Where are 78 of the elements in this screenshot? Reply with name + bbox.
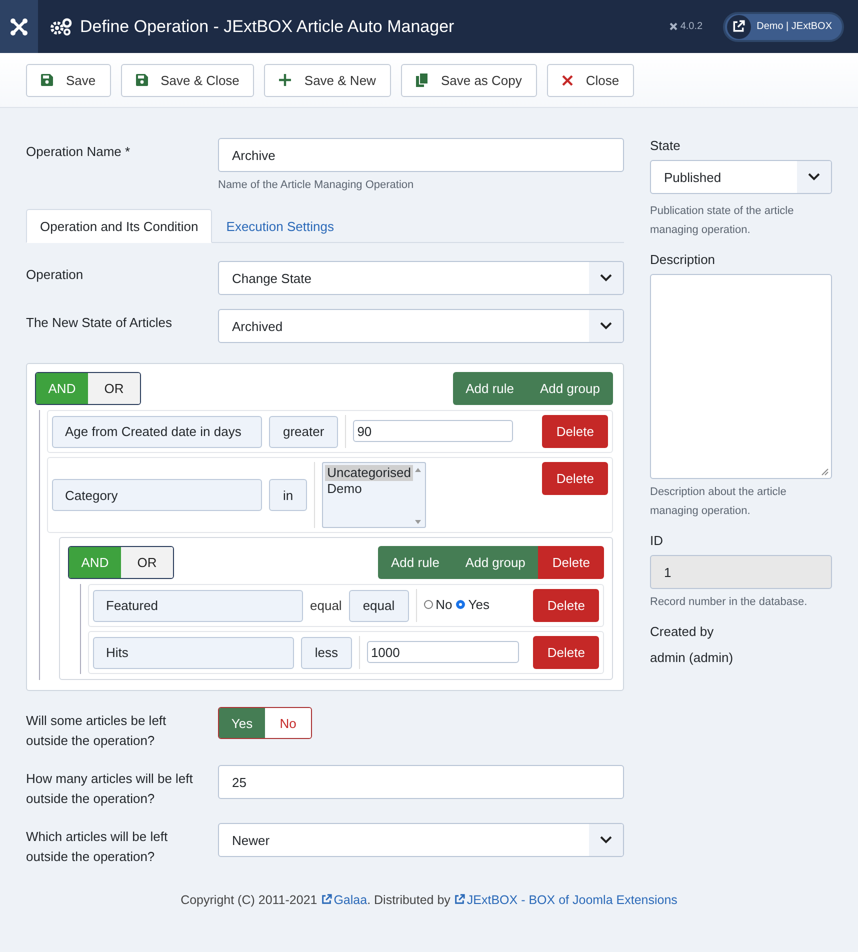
- category-listbox[interactable]: Uncategorised Demo: [322, 462, 426, 528]
- version-label: 4.0.2: [669, 21, 703, 32]
- field-hint: Name of the Article Managing Operation: [218, 178, 415, 193]
- toolbar-button[interactable]: Save & New: [264, 64, 391, 96]
- state-dropdown[interactable]: Published: [650, 160, 832, 194]
- chevron-down-icon: [600, 322, 612, 330]
- delete-button[interactable]: Delete: [533, 589, 599, 622]
- site-link-button[interactable]: Demo | JExtBOX: [722, 12, 844, 42]
- condition-toggle[interactable]: OR: [121, 547, 173, 578]
- add-button[interactable]: Add rule: [378, 546, 452, 579]
- condition-toggle[interactable]: OR: [88, 373, 140, 404]
- plus-icon: [279, 74, 292, 86]
- toolbar-button[interactable]: Save & Close: [120, 64, 254, 96]
- operator-select[interactable]: in: [269, 479, 308, 511]
- field-hint: Publication state of the article managing operation.: [650, 204, 795, 238]
- operation-name-field[interactable]: Archive: [218, 138, 624, 172]
- field-label: The New State of Articles: [26, 314, 173, 332]
- tab[interactable]: Operation and Its Condition: [26, 209, 212, 243]
- delete-button[interactable]: Delete: [533, 636, 599, 669]
- field-label: State: [650, 138, 682, 154]
- external-link-icon: [320, 894, 332, 905]
- chevron-down-icon: [808, 173, 820, 181]
- page-title: Define Operation - JExtBOX Article Auto Manager: [80, 16, 454, 36]
- radio-option[interactable]: No: [424, 597, 452, 612]
- gears-icon: [50, 18, 72, 36]
- copyright-text: Copyright (C) 2011-2021 Galaa. Distributed by JExtBOX - BOX of Joomla Extensions: [180, 893, 678, 907]
- toggle-option[interactable]: No: [265, 708, 311, 738]
- delete-button[interactable]: Delete: [542, 415, 608, 448]
- field-label: Operation: [26, 266, 84, 284]
- dropdown[interactable]: Change State: [218, 261, 624, 295]
- id-field: 1: [650, 555, 832, 589]
- operator-select[interactable]: greater: [269, 416, 338, 448]
- chevron-down-icon: [600, 836, 612, 844]
- field-hint: Description about the article managing operation.: [650, 485, 788, 519]
- list-option[interactable]: Uncategorised: [325, 465, 414, 481]
- add-button[interactable]: Add rule: [452, 372, 527, 405]
- field-label: Operation Name *: [26, 143, 132, 161]
- created-by-value: admin (admin): [650, 650, 734, 665]
- external-link-icon: [454, 894, 465, 905]
- field-hint: Record number in the database.: [650, 595, 808, 610]
- footer-link[interactable]: Galaa: [320, 893, 368, 907]
- dropdown[interactable]: Newer: [218, 823, 624, 857]
- delete-button[interactable]: Delete: [542, 462, 608, 495]
- field-select[interactable]: Category: [52, 479, 262, 511]
- toolbar-button[interactable]: Save as Copy: [400, 64, 537, 96]
- field-select[interactable]: Featured: [93, 590, 303, 622]
- field-label: Description: [650, 252, 716, 268]
- dropdown[interactable]: Archived: [218, 309, 624, 343]
- field-label: ID: [650, 533, 664, 549]
- footer-link[interactable]: JExtBOX - BOX of Joomla Extensions: [454, 893, 678, 907]
- resize-handle-icon: [821, 468, 829, 476]
- copy-icon: [416, 73, 428, 87]
- toggle-option[interactable]: Yes: [219, 708, 265, 738]
- chevron-down-icon: [600, 274, 612, 282]
- toolbar-button[interactable]: Save: [26, 64, 111, 96]
- field-select[interactable]: Age from Created date in days: [52, 416, 262, 448]
- add-button[interactable]: Add group: [452, 546, 538, 579]
- close-icon: [562, 74, 573, 86]
- field-label: How many articles will be left outside the operation?: [26, 770, 194, 808]
- tab[interactable]: Execution Settings: [212, 209, 348, 243]
- field-select[interactable]: Hits: [93, 636, 294, 668]
- field-label: Which articles will be left outside the operation?: [26, 828, 169, 866]
- value-field[interactable]: 1000: [366, 641, 520, 663]
- list-option[interactable]: Demo: [325, 481, 414, 497]
- operator-select[interactable]: less: [300, 636, 352, 668]
- field-label: Created by: [650, 624, 715, 640]
- operator-select[interactable]: equal: [348, 590, 409, 622]
- field-label: Will some articles be left outside the operation?: [26, 712, 168, 750]
- count-field[interactable]: 25: [218, 765, 624, 799]
- delete-button[interactable]: Delete: [538, 546, 604, 579]
- operator-label: equal: [310, 598, 342, 613]
- external-link-icon: [732, 20, 746, 33]
- toolbar-button[interactable]: Close: [546, 64, 634, 96]
- description-field[interactable]: [650, 274, 832, 479]
- logo-tile[interactable]: [0, 0, 38, 53]
- radio-option[interactable]: Yes: [456, 597, 490, 612]
- add-button[interactable]: Add group: [527, 372, 613, 405]
- value-field[interactable]: 90: [353, 420, 514, 442]
